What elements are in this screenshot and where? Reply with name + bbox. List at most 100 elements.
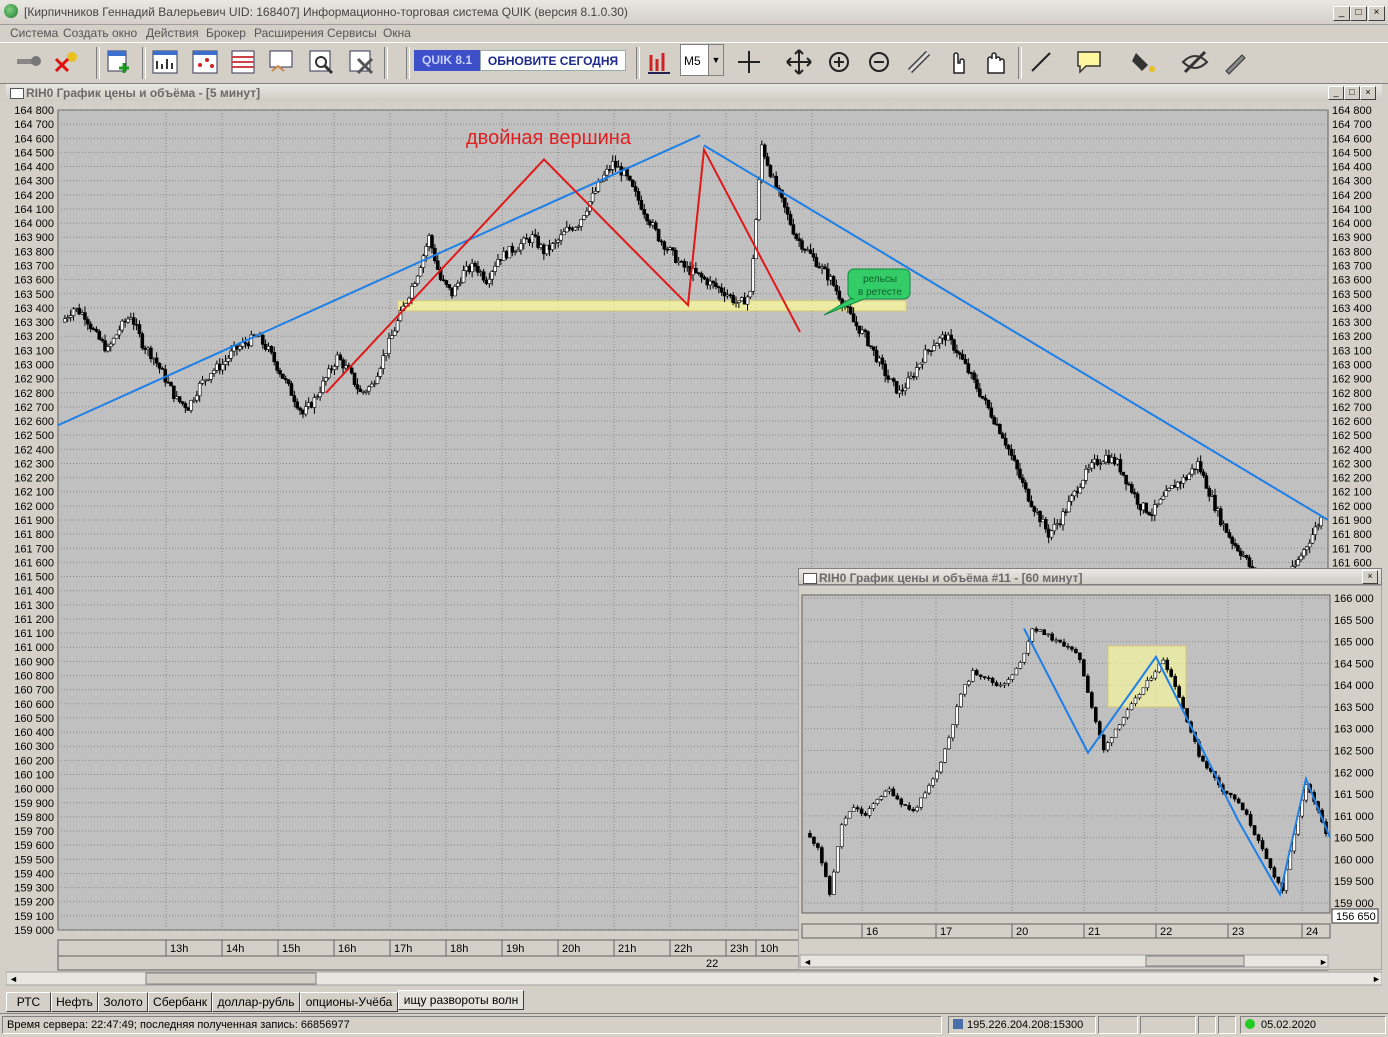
candle-body — [390, 335, 394, 339]
menu-system[interactable]: Система — [10, 26, 58, 40]
y-tick-label-right: 162 600 — [1332, 416, 1372, 428]
y-tick-label-left: 163 400 — [14, 303, 54, 315]
disconnect-icon[interactable] — [52, 47, 82, 77]
clear-icon[interactable] — [346, 47, 376, 77]
menu-extensions[interactable]: Расширения — [254, 26, 324, 40]
candle-body — [665, 248, 669, 251]
main-chart-title-bar[interactable]: RIH0 График цены и объёма - [5 минут] _ … — [6, 84, 1382, 102]
candle-body — [768, 165, 773, 177]
hand-icon[interactable] — [980, 47, 1010, 77]
chevron-down-icon[interactable]: ▼ — [708, 45, 723, 75]
candle-body — [742, 297, 747, 305]
candle-body — [923, 792, 927, 799]
candle-body — [1072, 490, 1077, 497]
y-tick-label-left: 161 300 — [14, 600, 54, 612]
x-tick-label: 15h — [282, 943, 300, 955]
tab-usd-rub[interactable]: доллар-рубль — [212, 992, 300, 1012]
candle-body — [519, 243, 523, 251]
candle-body — [412, 283, 417, 287]
candle-body — [80, 312, 84, 315]
scatter-chart-icon[interactable] — [190, 47, 220, 77]
y-tick-label-left: 163 200 — [14, 331, 54, 343]
candle-body — [1201, 756, 1205, 762]
tab-gold[interactable]: Золото — [98, 992, 148, 1012]
hide-icon[interactable] — [1180, 47, 1210, 77]
trade-icon[interactable] — [266, 47, 296, 77]
candle-body — [447, 284, 452, 289]
candle-body — [1006, 679, 1011, 684]
candle-body — [341, 359, 345, 369]
quote-chart-icon[interactable] — [644, 47, 674, 77]
update-button[interactable]: ОБНОВИТЕ СЕГОДНЯ — [480, 50, 626, 71]
main-chart-maximize-button[interactable]: □ — [1344, 86, 1360, 100]
candle-body — [983, 397, 988, 401]
candle-body — [527, 238, 532, 243]
inset-chart-close-button[interactable]: × — [1362, 570, 1378, 584]
candle-body — [1178, 481, 1183, 484]
candle-body — [708, 280, 713, 286]
candle-body — [986, 399, 991, 409]
inset-price-chart[interactable]: 166 000 165 500 165 000 164 500 164 000 163 5… — [798, 585, 1382, 970]
zoom-in-icon[interactable] — [824, 47, 854, 77]
candle-body — [895, 795, 900, 800]
crosshair-icon[interactable] — [734, 47, 764, 77]
tab-rts[interactable]: РТС — [6, 992, 51, 1012]
candle-body — [146, 347, 150, 350]
chart-icon[interactable] — [150, 47, 180, 77]
move-icon[interactable] — [784, 47, 814, 77]
edit-tool-icon[interactable] — [1220, 47, 1250, 77]
candle-body — [1167, 488, 1171, 491]
inset-chart-title-bar[interactable]: RIH0 График цены и объёма #11 - [60 мину… — [798, 568, 1382, 585]
new-window-icon[interactable] — [104, 47, 134, 77]
note-icon[interactable] — [1074, 47, 1104, 77]
close-button[interactable]: × — [1368, 6, 1385, 21]
scrollbar-thumb — [145, 972, 317, 985]
candle-body — [444, 280, 449, 285]
pointer-icon[interactable] — [942, 47, 972, 77]
candle-body — [338, 354, 343, 361]
candle-body — [846, 306, 850, 308]
candle-body — [1155, 503, 1160, 506]
tab-sberbank[interactable]: Сбербанк — [148, 992, 212, 1012]
candle-body — [1224, 791, 1229, 794]
candle-body — [605, 169, 609, 176]
candle-body — [564, 227, 569, 233]
candle-body — [887, 788, 892, 792]
candle-body — [696, 272, 701, 274]
maximize-button[interactable]: □ — [1350, 6, 1367, 21]
candle-body — [392, 330, 397, 336]
menu-create-window[interactable]: Создать окно — [63, 26, 137, 40]
candle-body — [582, 215, 586, 220]
table-icon[interactable] — [228, 47, 258, 77]
tab-options-study[interactable]: опционы-Учёба — [300, 992, 398, 1012]
candle-body — [800, 240, 804, 250]
fill-icon[interactable] — [1128, 47, 1158, 77]
menu-broker[interactable]: Брокер — [206, 26, 246, 40]
menu-actions[interactable]: Действия — [146, 26, 199, 40]
y-tick-label-left: 159 800 — [14, 812, 54, 824]
tab-oil[interactable]: Нефть — [51, 992, 98, 1012]
candle-body — [848, 306, 853, 315]
ruler-icon[interactable] — [904, 47, 934, 77]
candle-body — [415, 275, 420, 284]
window-title-bar[interactable]: [Кирпичников Геннадий Валерьевич UID: 16… — [0, 0, 1388, 25]
minimize-button[interactable]: _ — [1333, 6, 1350, 21]
search-icon[interactable] — [306, 47, 336, 77]
candle-body — [172, 385, 176, 399]
timeframe-select[interactable]: M5 ▼ — [680, 44, 724, 76]
menu-services[interactable]: Сервисы — [327, 26, 377, 40]
key-icon[interactable] — [14, 47, 44, 77]
candle-body — [100, 338, 104, 341]
candle-body — [1090, 692, 1094, 708]
candle-body — [410, 286, 414, 299]
main-chart-close-button[interactable]: × — [1360, 86, 1376, 100]
y-tick-label-left: 163 100 — [14, 345, 54, 357]
main-chart-minimize-button[interactable]: _ — [1328, 86, 1344, 100]
menu-windows[interactable]: Окна — [383, 26, 411, 40]
line-icon[interactable] — [1026, 47, 1056, 77]
zoom-out-icon[interactable] — [864, 47, 894, 77]
candle-body — [1115, 459, 1120, 465]
tab-wave-reversals[interactable]: ищу развороты волн — [398, 990, 524, 1010]
candle-body — [952, 339, 956, 351]
status-panel-empty — [1198, 1016, 1216, 1034]
